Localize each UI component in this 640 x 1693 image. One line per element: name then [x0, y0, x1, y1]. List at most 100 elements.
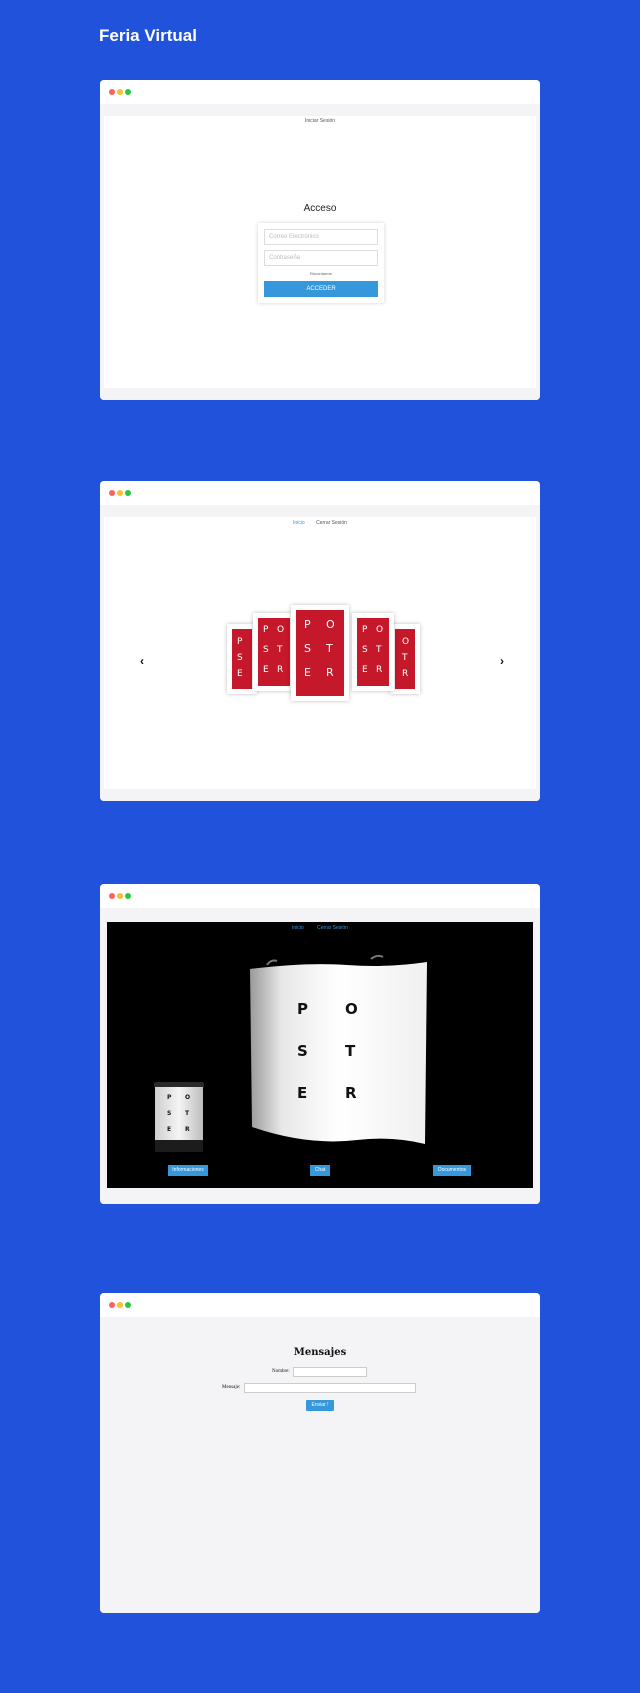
messages-title: Mensajes [293, 1347, 347, 1358]
poster-letter: O [376, 625, 384, 635]
login-title: Acceso [303, 203, 337, 214]
poster-letter: P [263, 625, 269, 635]
poster-letter: O [326, 618, 335, 631]
poster-card-far-right[interactable]: O T R [390, 624, 420, 694]
poster-letter: S [362, 645, 368, 655]
window-titlebar [100, 80, 540, 104]
message-input[interactable] [244, 1383, 416, 1393]
poster-letter: O [402, 637, 410, 647]
poster-image: O T R [395, 629, 415, 689]
minimize-dot-icon[interactable] [117, 893, 123, 899]
window-titlebar [100, 481, 540, 505]
poster-letter: P [237, 637, 243, 647]
poster-letter: R [277, 665, 284, 675]
poster-letter: T [376, 645, 382, 655]
poster-letter: E [237, 669, 243, 679]
poster-letter: T [326, 642, 333, 655]
window-body: Inicio Cerrar Sesión P O S T E R P O S T… [100, 908, 540, 1204]
poster-letter: S [237, 653, 243, 663]
documents-button[interactable]: Documentos [433, 1165, 471, 1176]
poster-image: P O S T E R [357, 618, 389, 686]
poster-letter: E [167, 1126, 172, 1133]
poster-letter: T [345, 1042, 356, 1060]
poster-letter: S [263, 645, 269, 655]
minimize-dot-icon[interactable] [117, 490, 123, 496]
poster-card-right[interactable]: P O S T E R [352, 613, 394, 691]
window-titlebar [100, 1293, 540, 1317]
window-body: Inicio Cerrar Sesión ‹ › P S E O T R P O… [100, 505, 540, 801]
minimize-dot-icon[interactable] [117, 1302, 123, 1308]
poster-letter: T [277, 645, 283, 655]
carousel-page: Inicio Cerrar Sesión ‹ › P S E O T R P O… [104, 517, 536, 789]
info-button[interactable]: Informaciones [168, 1165, 208, 1176]
page-title: Feria Virtual [99, 26, 197, 45]
poster-letter: P [167, 1094, 172, 1101]
minimize-dot-icon[interactable] [117, 89, 123, 95]
stand-scene: Inicio Cerrar Sesión P O S T E R P O S T… [107, 922, 533, 1188]
poster-letter: E [362, 665, 368, 675]
poster-letter: P [362, 625, 368, 635]
close-dot-icon[interactable] [109, 1302, 115, 1308]
remember-me-link[interactable]: Recordarme [258, 271, 384, 276]
close-dot-icon[interactable] [109, 893, 115, 899]
poster-letter: E [263, 665, 269, 675]
poster-letter: R [185, 1126, 190, 1133]
carousel-next-icon[interactable]: › [500, 654, 504, 668]
name-label: Nombre: [272, 1369, 290, 1374]
poster-letter: T [185, 1110, 190, 1117]
banner-poster: P O S T E R [297, 1000, 377, 1110]
poster-letter: R [326, 666, 334, 679]
poster-letter: S [167, 1110, 172, 1117]
counter-poster: P O S T E R [167, 1094, 197, 1144]
poster-letter: O [345, 1000, 358, 1018]
carousel-prev-icon[interactable]: ‹ [140, 654, 144, 668]
email-input[interactable]: Correo Electrónico [264, 229, 378, 245]
poster-letter: O [185, 1094, 191, 1101]
poster-letter: R [402, 669, 409, 679]
window-body: Mensajes Nombre: Mensaje: Enviar ! [100, 1317, 540, 1613]
poster-letter: T [402, 653, 408, 663]
nav-logout-link[interactable]: Cerrar Sesión [316, 520, 347, 526]
window-titlebar [100, 884, 540, 908]
poster-letter: P [304, 618, 311, 631]
poster-card-center[interactable]: P O S T E R [291, 605, 349, 701]
carousel-window: Inicio Cerrar Sesión ‹ › P S E O T R P O… [100, 481, 540, 801]
banner-hook [370, 954, 384, 960]
poster-letter: E [297, 1084, 308, 1102]
window-toolbar [100, 104, 540, 116]
window-body: Iniciar Sesión Acceso Correo Electrónico… [100, 104, 540, 400]
poster-card-left[interactable]: P O S T E R [253, 613, 295, 691]
nav-login-link[interactable]: Iniciar Sesión [104, 118, 536, 124]
maximize-dot-icon[interactable] [125, 89, 131, 95]
nav-home-link[interactable]: Inicio [293, 520, 305, 526]
stand-window: Inicio Cerrar Sesión P O S T E R P O S T… [100, 884, 540, 1204]
poster-letter: E [304, 666, 311, 679]
poster-letter: P [297, 1000, 308, 1018]
poster-image: P S E [232, 629, 252, 689]
poster-image: P O S T E R [296, 610, 344, 696]
banner-hook [266, 959, 278, 966]
messages-window: Mensajes Nombre: Mensaje: Enviar ! [100, 1293, 540, 1613]
poster-letter: R [376, 665, 383, 675]
poster-image: P O S T E R [258, 618, 290, 686]
maximize-dot-icon[interactable] [125, 1302, 131, 1308]
maximize-dot-icon[interactable] [125, 893, 131, 899]
login-card: Correo Electrónico Contraseña Recordarme… [258, 223, 384, 303]
name-input[interactable] [293, 1367, 367, 1377]
poster-letter: S [297, 1042, 308, 1060]
password-input[interactable]: Contraseña [264, 250, 378, 266]
top-nav: Inicio Cerrar Sesión [104, 520, 536, 526]
send-message-button[interactable]: Enviar ! [306, 1400, 334, 1411]
chat-button[interactable]: Chat [310, 1165, 330, 1176]
login-page: Iniciar Sesión Acceso Correo Electrónico… [104, 116, 536, 388]
poster-letter: O [277, 625, 285, 635]
close-dot-icon[interactable] [109, 89, 115, 95]
poster-letter: S [304, 642, 311, 655]
login-window: Iniciar Sesión Acceso Correo Electrónico… [100, 80, 540, 400]
poster-letter: R [345, 1084, 357, 1102]
message-label: Mensaje: [222, 1385, 241, 1390]
close-dot-icon[interactable] [109, 490, 115, 496]
window-toolbar [100, 505, 540, 517]
maximize-dot-icon[interactable] [125, 490, 131, 496]
submit-login-button[interactable]: ACCEDER [264, 281, 378, 297]
